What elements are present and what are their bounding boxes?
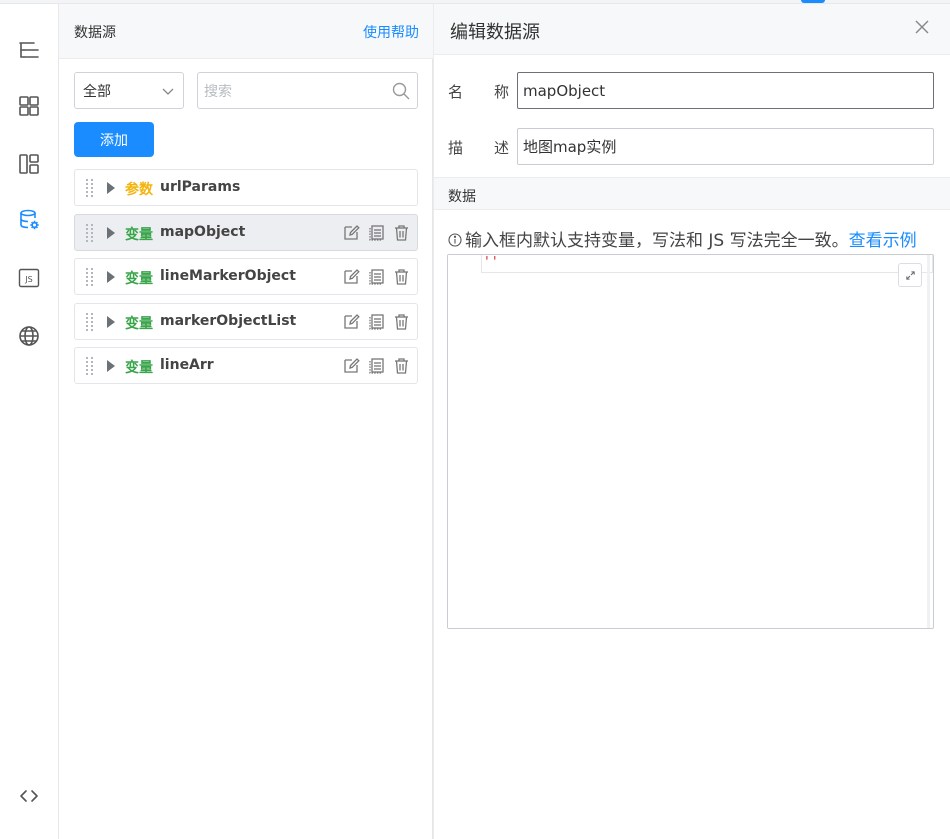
copy-icon[interactable] [367,223,386,242]
globe-icon[interactable] [13,320,45,352]
type-filter-select[interactable]: 全部 [74,72,184,109]
item-name: urlParams [160,179,241,195]
search-input[interactable] [204,81,384,101]
name-label: 名 称 [448,81,509,102]
data-section-label: 数据 [448,189,476,205]
drag-handle-icon[interactable] [86,268,94,286]
drag-handle-icon[interactable] [86,224,94,242]
datasource-item[interactable]: 参数 urlParams [74,169,418,206]
datasource-header: 数据源 使用帮助 [59,4,433,59]
left-rail: JS [0,4,59,839]
datasource-title: 数据源 [74,25,116,41]
item-actions [342,267,411,287]
js-icon[interactable]: JS [13,262,45,294]
expand-caret-icon[interactable] [107,316,115,328]
item-name: lineMarkerObject [160,268,296,284]
layout-panel-icon[interactable] [13,148,45,180]
editor-header: 编辑数据源 [434,4,950,55]
item-kind: 变量 [125,360,153,376]
code-scrollbar[interactable] [927,255,930,628]
help-link[interactable]: 使用帮助 [363,22,419,42]
item-kind: 变量 [125,271,153,287]
datasource-item[interactable]: 变量 lineMarkerObject [74,258,418,295]
chevron-down-icon [162,88,174,95]
drag-handle-icon[interactable] [86,179,94,197]
datasource-panel: 数据源 使用帮助 全部 添加 参数 urlParams [59,4,433,839]
expand-caret-icon[interactable] [107,271,115,283]
edit-icon[interactable] [342,267,361,286]
copy-icon[interactable] [367,356,386,375]
expand-caret-icon[interactable] [107,227,115,239]
name-label-1: 名 [448,83,464,101]
delete-icon[interactable] [392,312,411,331]
datasource-item-selected[interactable]: 变量 mapObject [74,214,418,251]
type-filter-value: 全部 [83,83,111,100]
close-icon[interactable] [913,18,931,36]
components-grid-icon[interactable] [13,90,45,122]
item-name: mapObject [160,224,246,240]
view-example-link[interactable]: 查看示例 [849,231,917,251]
fullscreen-button[interactable] [898,263,922,287]
delete-icon[interactable] [392,267,411,286]
expand-icon [905,270,915,280]
edit-datasource-panel: 编辑数据源 名 称 描 述 数据 输入框内默认支持变量，写法和 JS 写法完全一… [433,4,950,839]
editor-title: 编辑数据源 [450,22,540,43]
item-actions [342,312,411,332]
datasource-icon[interactable] [13,204,45,236]
copy-icon[interactable] [367,267,386,286]
search-box[interactable] [197,72,418,109]
tip-text: 输入框内默认支持变量，写法和 JS 写法完全一致。 [465,231,849,251]
desc-label: 描 述 [448,137,509,158]
code-content[interactable]: '' [483,255,499,270]
info-icon [448,233,462,247]
outline-tree-icon[interactable] [13,34,45,66]
item-kind: 变量 [125,316,153,332]
name-label-2: 称 [494,83,510,101]
delete-icon[interactable] [392,356,411,375]
data-section-header: 数据 [434,177,950,210]
delete-icon[interactable] [392,223,411,242]
item-actions [342,223,411,243]
expand-caret-icon[interactable] [107,182,115,194]
top-tab-indicator[interactable] [801,0,825,3]
description-input[interactable] [517,128,934,165]
code-active-line [481,255,933,273]
name-input[interactable] [517,72,934,109]
item-kind: 参数 [125,182,153,198]
edit-icon[interactable] [342,356,361,375]
edit-icon[interactable] [342,223,361,242]
copy-icon[interactable] [367,312,386,331]
code-icon[interactable] [13,780,45,812]
js-icon-label: JS [24,275,32,284]
item-actions [342,356,411,376]
desc-label-1: 描 [448,139,464,157]
code-gutter [448,255,481,628]
expand-caret-icon[interactable] [107,360,115,372]
datasource-item[interactable]: 变量 lineArr [74,347,418,384]
datasource-item[interactable]: 变量 markerObjectList [74,303,418,340]
drag-handle-icon[interactable] [86,313,94,331]
edit-icon[interactable] [342,312,361,331]
add-datasource-button[interactable]: 添加 [74,122,154,157]
item-kind: 变量 [125,227,153,243]
item-name: markerObjectList [160,313,297,329]
code-editor[interactable]: '' [447,254,934,629]
desc-label-2: 述 [494,139,510,157]
variable-tip: 输入框内默认支持变量，写法和 JS 写法完全一致。查看示例 [448,226,948,251]
drag-handle-icon[interactable] [86,357,94,375]
item-name: lineArr [160,357,214,373]
search-icon[interactable] [391,81,411,101]
